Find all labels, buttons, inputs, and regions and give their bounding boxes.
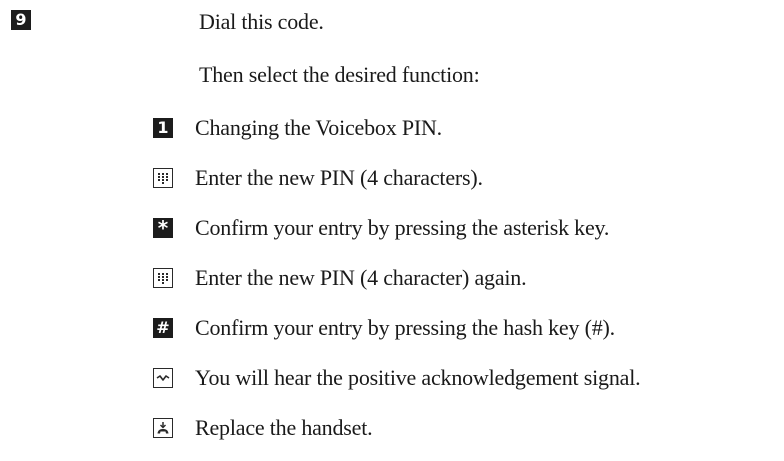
step-instruction: Dial this code. bbox=[199, 9, 324, 34]
step-subinstruction: Then select the desired function: bbox=[199, 62, 480, 87]
item-text-enter-pin: Enter the new PIN (4 characters). bbox=[195, 165, 483, 190]
key-1-icon: 1 bbox=[153, 118, 173, 138]
key-9-icon: 9 bbox=[11, 10, 31, 30]
replace-handset-icon bbox=[153, 418, 173, 438]
acknowledgement-tone-icon bbox=[153, 368, 173, 388]
item-text-changing-pin: Changing the Voicebox PIN. bbox=[195, 115, 442, 140]
hash-key-icon: # bbox=[153, 318, 173, 338]
keypad-icon bbox=[153, 168, 173, 188]
item-text-enter-pin-again: Enter the new PIN (4 character) again. bbox=[195, 265, 527, 290]
item-text-confirm-hash: Confirm your entry by pressing the hash … bbox=[195, 315, 615, 340]
keypad-icon bbox=[153, 268, 173, 288]
asterisk-key-icon: * bbox=[153, 218, 173, 238]
item-text-acknowledgement: You will hear the positive acknowledgeme… bbox=[195, 365, 641, 390]
item-text-replace-handset: Replace the handset. bbox=[195, 415, 373, 440]
manual-page: 9 Dial this code. Then select the desire… bbox=[0, 0, 784, 461]
item-text-confirm-asterisk: Confirm your entry by pressing the aster… bbox=[195, 215, 610, 240]
